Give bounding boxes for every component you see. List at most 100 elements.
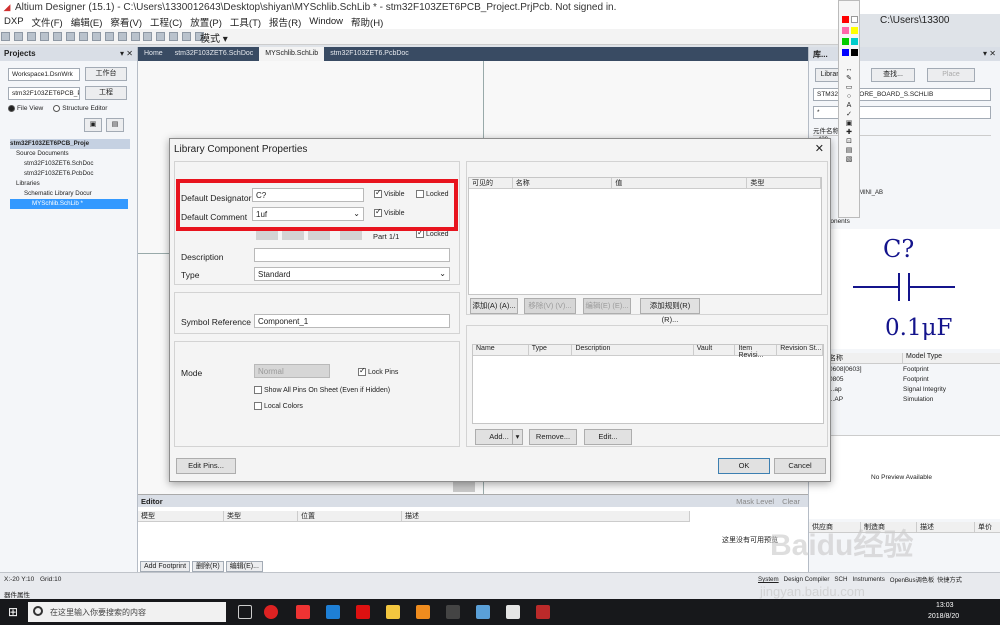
black-swatch[interactable] [851, 49, 858, 56]
menu-tools[interactable]: 工具(T) [230, 15, 261, 29]
app-orange-icon[interactable] [416, 605, 430, 619]
redo-icon[interactable] [156, 32, 166, 41]
workspace-select[interactable]: Workspace1.DsnWrk [8, 67, 80, 81]
menu-dxp[interactable]: DXP [4, 16, 24, 27]
browser-icon[interactable] [264, 605, 278, 619]
part-locked-checkbox[interactable]: Locked [416, 228, 449, 238]
folder-icon[interactable]: ▤ [106, 118, 124, 132]
tree-item-pcbdoc[interactable]: stm32F103ZET6.PcbDoc [10, 169, 137, 179]
select-icon[interactable] [117, 32, 127, 41]
models-grid[interactable]: Name Type Description Vault Item Revisi.… [472, 344, 824, 424]
tab-schdoc[interactable]: stm32F103ZET6.SchDoc [169, 47, 260, 61]
menu-view[interactable]: 察看(V) [110, 15, 142, 29]
panel-pin-icon[interactable]: ▾ ✕ [120, 49, 133, 59]
tab-home[interactable]: Home [138, 47, 169, 61]
pin-icon[interactable] [182, 32, 192, 41]
remove-model-button[interactable]: Remove... [529, 429, 577, 445]
horizontal-scrollbar-thumb[interactable] [453, 482, 475, 492]
menu-reports[interactable]: 报告(R) [269, 15, 301, 29]
add-model-button[interactable]: Add... ▾ [475, 429, 523, 445]
type-select[interactable]: Standard ⌄ [254, 267, 450, 281]
parameters-grid[interactable]: 可见的 名称 值 类型 [468, 177, 822, 295]
delete-footprint-button[interactable]: 删除(R) [192, 561, 224, 572]
tree-item-schlib-docs[interactable]: Schematic Library Docur [10, 189, 137, 199]
instruments-tab[interactable]: Instruments [852, 576, 884, 583]
library-pin-icon[interactable]: ▾ ✕ [983, 49, 996, 59]
tree-item-libraries[interactable]: Libraries [10, 179, 137, 189]
system-panel-tab[interactable]: System [758, 576, 779, 583]
tab-pcbdoc[interactable]: stm32F103ZET6.PcbDoc [324, 47, 415, 61]
file-explorer-icon[interactable] [386, 605, 400, 619]
sch-tab[interactable]: SCH [834, 576, 847, 583]
chevron-down-icon[interactable]: ⌄ [439, 269, 446, 278]
place-button[interactable]: Place [927, 68, 975, 82]
file-view-radio[interactable] [8, 105, 15, 112]
edit-parameter-button[interactable]: 编辑(E) (E)... [583, 298, 631, 314]
cut-icon[interactable] [78, 32, 88, 41]
tree-item-source-docs[interactable]: Source Documents [10, 149, 137, 159]
copy-icon[interactable] [91, 32, 101, 41]
taskbar-search-input[interactable]: 在这里输入你要搜索的内容 [28, 602, 226, 622]
menu-project[interactable]: 工程(C) [150, 15, 182, 29]
edit-pins-button[interactable]: Edit Pins... [176, 458, 236, 474]
tree-item-myschlib[interactable]: MYSchlib.SchLib * [10, 199, 128, 209]
close-icon[interactable]: ✕ [815, 142, 824, 155]
open-file-icon[interactable] [13, 32, 23, 41]
model-row[interactable]: ...AP Simulation [809, 395, 1000, 405]
edit-footprint-button[interactable]: 编辑(E)... [225, 561, 263, 572]
chevron-down-icon[interactable]: ▾ [512, 430, 522, 444]
undo-icon[interactable] [143, 32, 153, 41]
last-part-button[interactable] [340, 231, 362, 240]
blue-swatch[interactable] [842, 49, 849, 56]
remove-parameter-button[interactable]: 移除(V) (V)... [524, 298, 576, 314]
openbus-tab[interactable]: OpenBus调色板 [890, 575, 934, 584]
project-button[interactable]: 工程 [85, 86, 127, 100]
model-row[interactable]: 0805 Footprint [809, 375, 1000, 385]
move-icon[interactable] [130, 32, 140, 41]
wire-icon[interactable] [169, 32, 179, 41]
prev-part-button[interactable] [282, 231, 304, 240]
show-all-pins-checkbox[interactable]: Show All Pins On Sheet (Even if Hidden) [254, 386, 390, 394]
green-swatch[interactable] [842, 38, 849, 45]
search-library-button[interactable]: 查找... [871, 68, 915, 82]
menu-window[interactable]: Window [309, 16, 343, 27]
ok-button[interactable]: OK [718, 458, 770, 474]
new-file-icon[interactable] [1, 32, 10, 41]
add-parameter-button[interactable]: 添加(A) (A)... [470, 298, 518, 314]
menu-edit[interactable]: 编辑(E) [71, 15, 103, 29]
model-row[interactable]: ...ap Signal Integrity [809, 385, 1000, 395]
pink-swatch[interactable] [842, 27, 849, 34]
description-input[interactable] [254, 248, 450, 262]
edge-icon[interactable] [326, 605, 340, 619]
tree-item-schdoc[interactable]: stm32F103ZET6.SchDoc [10, 159, 137, 169]
white-swatch[interactable] [851, 16, 858, 23]
zoom-icon[interactable] [52, 32, 62, 41]
shortcuts-tab[interactable]: 快捷方式 [937, 575, 962, 584]
print-icon[interactable] [39, 32, 49, 41]
design-compiler-tab[interactable]: Design Compiler [784, 576, 830, 583]
cancel-button[interactable]: Cancel [774, 458, 826, 474]
add-rule-button[interactable]: 添加规则(R) (R)... [640, 298, 700, 324]
project-select[interactable]: stm32F103ZET6PCB_Proje [8, 86, 80, 100]
app-white-icon[interactable] [506, 605, 520, 619]
local-colors-checkbox[interactable]: Local Colors [254, 402, 303, 410]
mode-dropdown[interactable]: 模式 ▾ [200, 30, 228, 45]
windows-start-icon[interactable]: ⊞ [8, 605, 18, 619]
menu-help[interactable]: 帮助(H) [351, 15, 383, 29]
cyan-swatch[interactable] [851, 38, 858, 45]
lock-pins-checkbox[interactable]: Lock Pins [358, 366, 398, 376]
add-footprint-button[interactable]: Add Footprint [140, 561, 191, 572]
red-swatch[interactable] [842, 16, 849, 23]
palette-tools[interactable]: ↔ ✎ ▭ ○ A ✓ ▣ ✚ ⊡ ▤ ▧ [839, 65, 859, 164]
zoom-fit-icon[interactable] [65, 32, 75, 41]
component-item-mini-ab[interactable]: MINI_AB [859, 190, 883, 196]
altium-taskbar-icon[interactable] [536, 605, 550, 619]
symbol-reference-input[interactable]: Component_1 [254, 314, 450, 328]
structure-editor-radio[interactable] [53, 105, 61, 112]
mode-select[interactable]: Normal [254, 364, 330, 378]
app-dark-icon[interactable] [446, 605, 460, 619]
edit-model-button[interactable]: Edit... [584, 429, 632, 445]
workspace-button[interactable]: 工作台 [85, 67, 127, 81]
model-row[interactable]: 0608[0603] Footprint [809, 365, 1000, 375]
task-view-icon[interactable] [238, 605, 252, 619]
